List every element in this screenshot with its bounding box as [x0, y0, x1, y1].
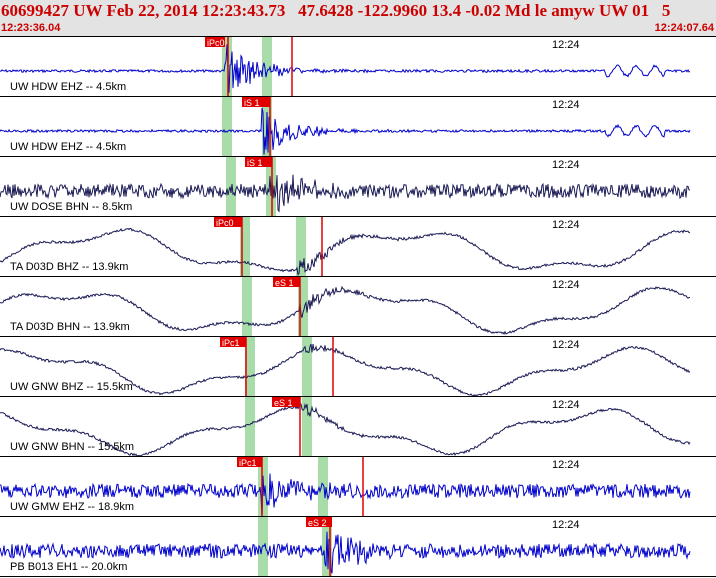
time-tick-label: 12:24 — [552, 459, 580, 471]
pick-label: eS 1 — [274, 398, 293, 408]
pick-window — [318, 457, 328, 517]
trace-row[interactable]: eS 1 12:24 UW GNW BHN -- 15.5km — [0, 397, 716, 457]
pick-label: iPc0 — [216, 218, 234, 228]
pick-window — [222, 97, 232, 157]
start-time: 12:23:36.04 — [1, 22, 61, 34]
event-header: 60699427 UW Feb 22, 2014 12:23:43.73 47.… — [0, 0, 716, 37]
channel-label: UW HDW EHZ -- 4.5km — [10, 141, 127, 153]
trace-row[interactable]: iS 1 12:24 UW HDW EHZ -- 4.5km — [0, 97, 716, 157]
pick-window — [245, 397, 255, 457]
pick-label: iS 1 — [244, 98, 260, 108]
channel-label: UW GMW EHZ -- 18.9km — [10, 501, 135, 513]
end-time: 12:24:07.64 — [654, 22, 714, 34]
channel-label: TA D03D BHZ -- 13.9km — [10, 261, 129, 273]
trace-row[interactable]: eS 1 12:24 TA D03D BHN -- 13.9km — [0, 277, 716, 337]
time-tick-label: 12:24 — [552, 99, 580, 111]
pick-label: iS 1 — [247, 158, 263, 168]
time-tick-label: 12:24 — [552, 159, 580, 171]
trace-row[interactable]: iPc1 12:24 UW GNW BHZ -- 15.5km — [0, 337, 716, 397]
channel-label: TA D03D BHN -- 13.9km — [10, 321, 130, 333]
channel-label: UW DOSE BHN -- 8.5km — [10, 201, 133, 213]
time-tick-label: 12:24 — [552, 399, 580, 411]
time-tick-label: 12:24 — [552, 339, 580, 351]
trace-row[interactable]: iPc0 12:24 UW HDW EHZ -- 4.5km — [0, 37, 716, 97]
pick-window — [242, 277, 252, 337]
time-tick-label: 12:24 — [552, 519, 580, 531]
pick-label: iPc0 — [207, 38, 225, 48]
channel-label: UW GNW BHZ -- 15.5km — [10, 381, 133, 393]
channel-label: UW GNW BHN -- 15.5km — [10, 441, 135, 453]
trace-panel[interactable]: iPc0 12:24 UW HDW EHZ -- 4.5km iS 1 12:24 UW … — [0, 37, 716, 578]
pick-window — [226, 157, 236, 217]
pick-label: iPc1 — [222, 338, 240, 348]
pick-label: iPc1 — [239, 458, 257, 468]
trace-row[interactable]: iPc0 12:24 TA D03D BHZ -- 13.9km — [0, 217, 716, 277]
channel-label: PB B013 EH1 -- 20.0km — [10, 561, 128, 573]
event-title: 60699427 UW Feb 22, 2014 12:23:43.73 47.… — [1, 1, 671, 20]
pick-label: eS 1 — [275, 278, 294, 288]
channel-label: UW HDW EHZ -- 4.5km — [10, 81, 127, 93]
trace-row[interactable]: iS 1 12:24 UW DOSE BHN -- 8.5km — [0, 157, 716, 217]
time-tick-label: 12:24 — [552, 279, 580, 291]
pick-label: eS 2 — [308, 518, 327, 528]
time-tick-label: 12:24 — [552, 39, 580, 51]
trace-row[interactable]: iPc1 12:24 UW GMW EHZ -- 18.9km — [0, 457, 716, 517]
trace-row[interactable]: eS 2 12:24 PB B013 EH1 -- 20.0km — [0, 517, 716, 577]
time-tick-label: 12:24 — [552, 219, 580, 231]
